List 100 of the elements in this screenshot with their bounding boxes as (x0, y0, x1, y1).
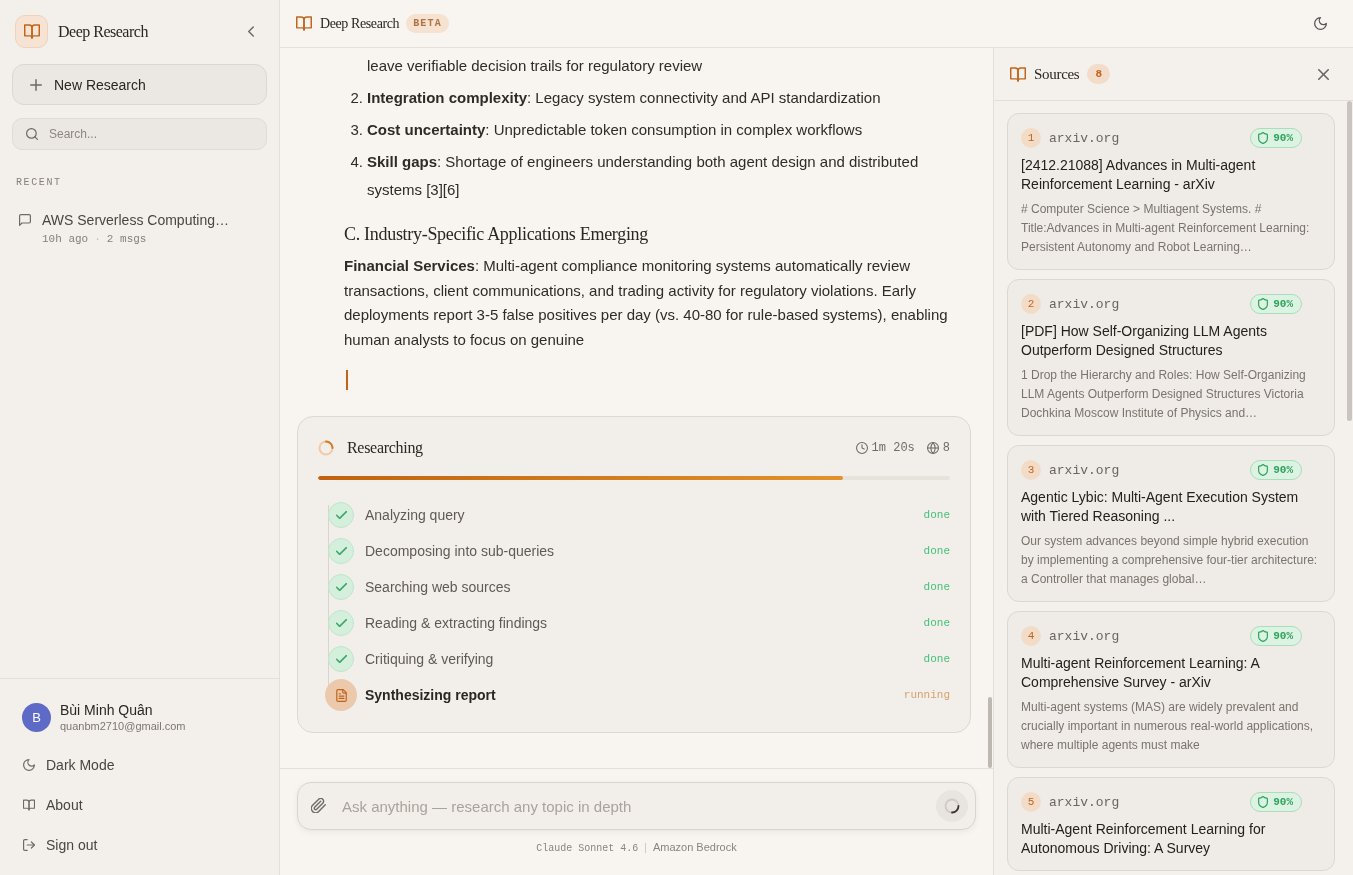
source-title[interactable]: [2412.21088] Advances in Multi-agent Reinforcement Learning - arXiv (1021, 156, 1322, 194)
step-status: done (923, 581, 950, 593)
message-count: 2 msgs (106, 232, 147, 246)
chevron-left-icon[interactable] (248, 26, 254, 37)
chat-time: 10h ago (42, 232, 89, 246)
list-item-text: leave verifiable decision trails for regulatory review (366, 56, 704, 76)
paperclip-icon[interactable] (311, 798, 326, 813)
user-avatar[interactable]: B (22, 703, 51, 732)
source-card[interactable] (1007, 113, 1335, 270)
beta-badge: BETA (406, 14, 449, 33)
close-icon[interactable] (1318, 68, 1329, 80)
step-label: Synthesizing report (365, 687, 496, 703)
source-card[interactable]: 5 arxiv.org 90% Multi-Agent Reinforcement Learning for Autonomous Driving: A Survey (1007, 777, 1335, 871)
list-item-text: Cost uncertainty: Unpredictable token consumption in complex workflows (367, 120, 863, 140)
scrollbar-thumb[interactable] (1347, 101, 1352, 421)
source-title[interactable]: [PDF] How Self-Organizing LLM Agents Outperform Designed Structures (1021, 322, 1322, 360)
chat-bubble-icon (19, 214, 31, 226)
spinner-icon (318, 440, 334, 456)
source-card[interactable] (1007, 611, 1335, 768)
source-card[interactable] (1007, 445, 1335, 602)
source-domain: arxiv.org (1049, 462, 1120, 478)
shield-icon (1258, 796, 1269, 808)
step-status: done (923, 545, 950, 557)
source-snippet: Our system advances beyond simple hybrid execution by implementing a comprehensive four-tier architecture: a Controller that manages global… (1021, 533, 1319, 588)
book-icon (296, 16, 312, 31)
list-number: 3. (349, 120, 363, 140)
step-status: done (923, 617, 950, 629)
source-number: 4 (1021, 626, 1041, 646)
recent-heading: RECENT (16, 177, 63, 189)
step-status: running (903, 689, 950, 701)
moon-icon[interactable] (1314, 17, 1327, 30)
sources-title: Sources (1034, 65, 1080, 83)
step-label: Critiquing & verifying (365, 651, 494, 667)
source-number: 1 (1021, 128, 1041, 148)
step-label: Analyzing query (365, 507, 465, 523)
moon-icon (23, 759, 35, 771)
section-heading: C. Industry-Specific Applications Emerging (344, 223, 650, 246)
shield-icon (1258, 630, 1269, 642)
scrollbar-thumb[interactable] (988, 697, 992, 768)
source-title[interactable]: Multi-agent Reinforcement Learning: A Comprehensive Survey - arXiv (1021, 654, 1322, 692)
source-snippet: 1 Drop the Hierarchy and Roles: How Self-Organizing LLM Agents Outperform Designed Structures Victoria Dochkina Moscow Institute of Physics and… (1021, 367, 1307, 422)
list-number: 2. (349, 88, 363, 108)
list-item-text: Skill gaps: Shortage of engineers understanding both agent design and distributed systems [3][6] (367, 152, 920, 200)
score-value: 90% (1273, 464, 1293, 476)
step-status: done (923, 653, 950, 665)
user-email: quanbm2710@gmail.com (60, 719, 186, 733)
source-domain: arxiv.org (1049, 628, 1120, 644)
app-name: Deep Research (58, 22, 148, 41)
progress-title: Researching (347, 439, 423, 457)
score-value: 90% (1273, 298, 1293, 310)
book-icon (1010, 66, 1026, 82)
elapsed-time: 1m 20s (871, 441, 915, 455)
score-value: 90% (1273, 796, 1293, 808)
sidebar-menu-item[interactable]: Dark Mode (0, 745, 279, 785)
step-label: Reading & extracting findings (365, 615, 548, 631)
shield-icon (1258, 464, 1269, 476)
list-number: 4. (349, 152, 363, 172)
user-name: Bùi Minh Quân (60, 702, 154, 719)
book-icon (23, 799, 35, 811)
list-item-text: Integration complexity: Legacy system connectivity and API standardization (367, 88, 881, 108)
recent-chat-title[interactable]: AWS Serverless Computing… (42, 210, 229, 230)
shield-icon (1258, 298, 1269, 310)
plus-icon (30, 78, 42, 91)
source-number: 2 (1021, 294, 1041, 314)
source-card[interactable] (1007, 279, 1335, 436)
footer-separator: | (644, 842, 647, 853)
score-value: 90% (1273, 132, 1293, 144)
model-name: Claude Sonnet 4.6 (536, 843, 639, 854)
new-research-button[interactable]: New Research (12, 64, 267, 105)
source-snippet: # Computer Science > Multiagent Systems. # Title:Advances in Multi-agent Reinforcement Learning: Persistent Autonomy and Robot Learning… (1021, 201, 1311, 256)
message-input[interactable]: Ask anything — research any topic in depth (297, 782, 976, 830)
source-domain: arxiv.org (1049, 296, 1120, 312)
source-title[interactable]: Agentic Lybic: Multi-Agent Execution System with Tiered Reasoning ... (1021, 488, 1322, 526)
sidebar-menu-item[interactable]: Sign out (0, 825, 279, 865)
source-count: 8 (942, 441, 950, 455)
source-number: 5 (1021, 792, 1041, 812)
report-paragraph: Financial Services: Multi-agent compliance monitoring systems automatically review transactions, client communications, and trading activity for regulatory violations. Early deployments report 3-5 false positives per day (vs. 40-80 for rule-based systems), enabling human analysts to focus on genuine (344, 256, 949, 350)
clock-icon (855, 442, 868, 454)
search-icon (26, 128, 38, 140)
text-cursor (346, 370, 348, 390)
search-field[interactable]: Search... (12, 118, 267, 150)
book-icon (15, 15, 48, 48)
step-label: Decomposing into sub-queries (365, 543, 555, 559)
shield-icon (1258, 132, 1269, 144)
step-status: done (923, 509, 950, 521)
provider-name: Amazon Bedrock (652, 841, 737, 853)
source-domain: arxiv.org (1049, 130, 1120, 146)
source-snippet: Multi-agent systems (MAS) are widely prevalent and crucially important in numerous real-world applications, where multiple agents must make (1021, 699, 1315, 754)
sidebar-menu-item[interactable]: About (0, 785, 279, 825)
source-domain: arxiv.org (1049, 794, 1120, 810)
meta-separator: · (94, 232, 101, 246)
page-title: Deep Research (320, 15, 400, 32)
globe-icon (926, 442, 939, 454)
step-label: Searching web sources (365, 579, 511, 595)
source-title[interactable]: Multi-Agent Reinforcement Learning for Autonomous Driving: A Survey (1021, 820, 1322, 858)
score-value: 90% (1273, 630, 1293, 642)
source-count-badge: 8 (1087, 64, 1111, 84)
sign-out-icon (23, 839, 35, 851)
source-number: 3 (1021, 460, 1041, 480)
spinner-icon (944, 798, 960, 814)
